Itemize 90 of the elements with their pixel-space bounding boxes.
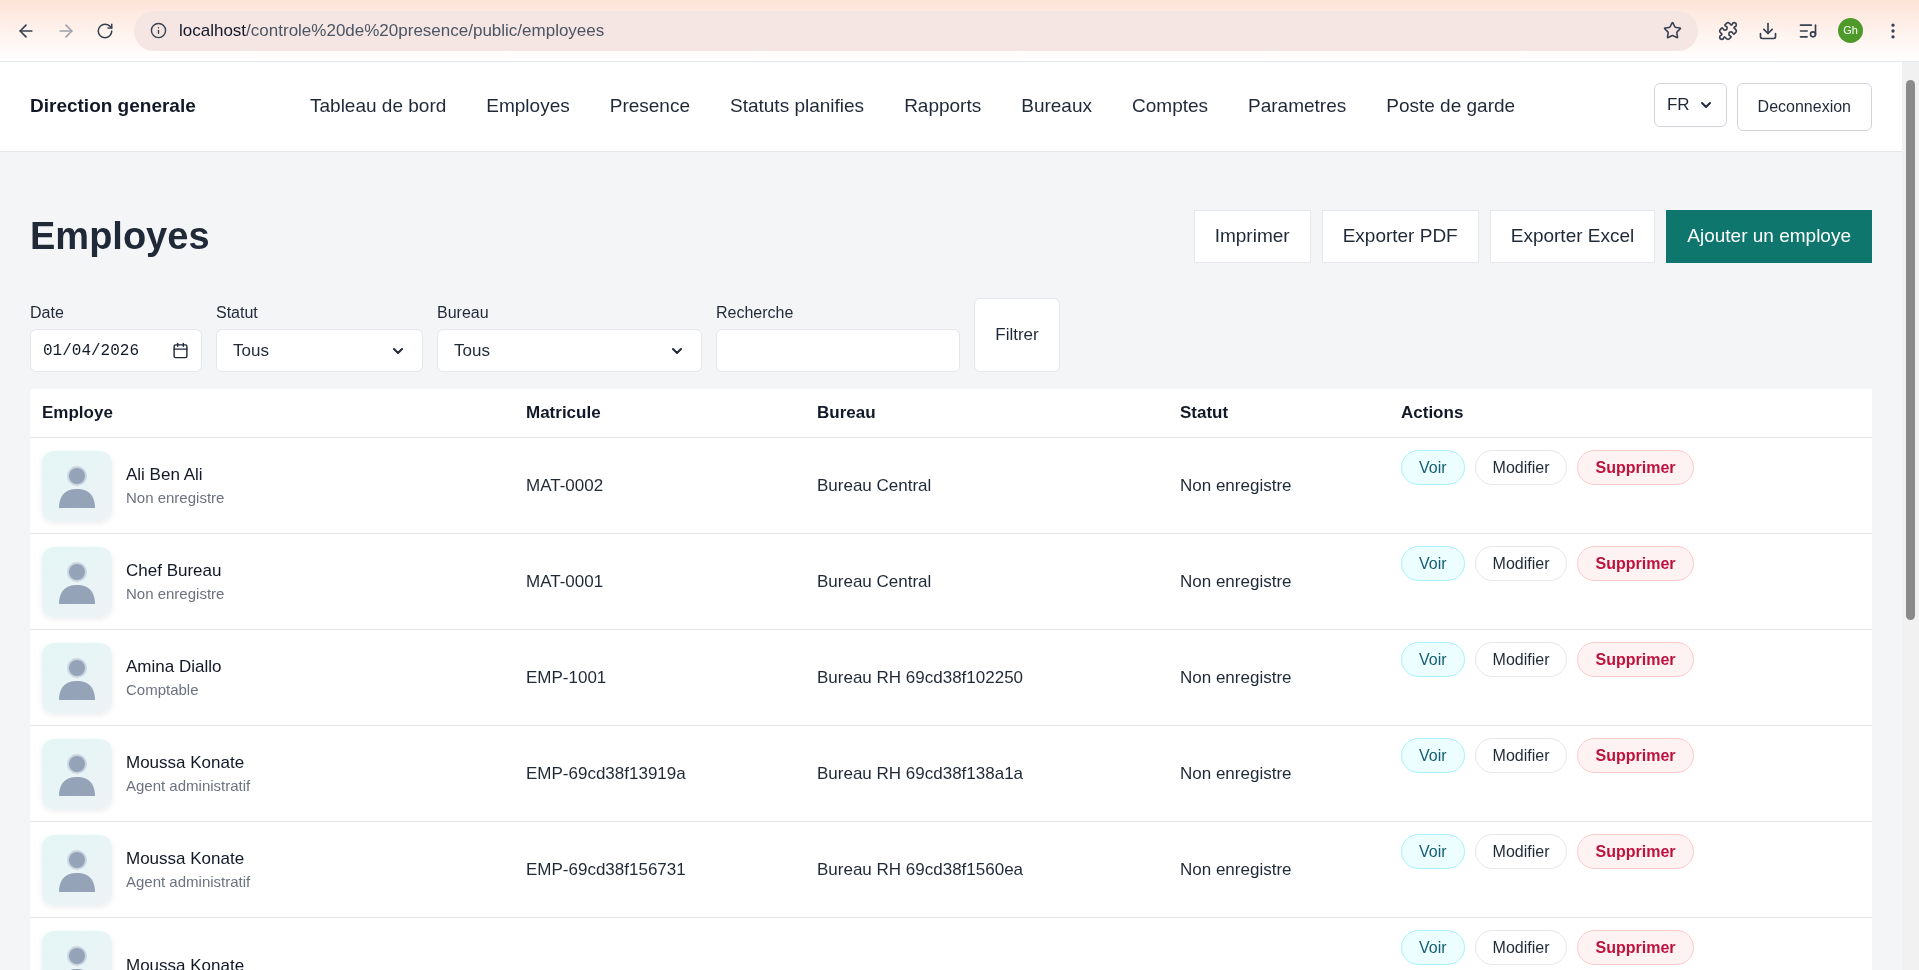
status-select[interactable]: Tous	[216, 329, 423, 372]
delete-button[interactable]: Supprimer	[1577, 930, 1694, 965]
delete-button[interactable]: Supprimer	[1577, 738, 1694, 773]
person-icon	[57, 463, 97, 508]
employee-role: Comptable	[126, 680, 200, 700]
field-label: Bureau	[437, 303, 490, 323]
employee-role: Agent administratif	[126, 776, 251, 796]
field-label: Recherche	[716, 303, 795, 323]
delete-button[interactable]: Supprimer	[1577, 546, 1694, 581]
edit-button[interactable]: Modifier	[1474, 450, 1568, 485]
view-button[interactable]: Voir	[1401, 930, 1465, 965]
scrollbar[interactable]	[1902, 62, 1919, 970]
employee-name: Moussa Konate	[126, 847, 246, 870]
profile-avatar[interactable]: Gh	[1838, 18, 1863, 43]
column-header: Employe	[42, 403, 113, 423]
nav-link[interactable]: Employes	[486, 92, 570, 121]
table-cell-text: MAT-0002	[526, 474, 604, 497]
view-button[interactable]: Voir	[1401, 450, 1465, 485]
nav-link[interactable]: Statuts planifies	[730, 92, 865, 121]
table-cell-text: EMP-69cd38f13919a	[526, 762, 686, 785]
person-icon	[57, 751, 97, 796]
table-cell-text: Non enregistre	[1180, 762, 1292, 785]
employee-name: Moussa Konate	[126, 751, 246, 774]
person-icon	[57, 847, 97, 892]
view-button[interactable]: Voir	[1401, 546, 1465, 581]
employee-role: Non enregistre	[126, 584, 225, 604]
toolbar-button[interactable]: Exporter PDF	[1321, 210, 1479, 263]
table-cell-text: Bureau RH 69cd38f1560ea	[817, 858, 1024, 881]
table-cell-text: EMP-69cd38f156731	[526, 858, 686, 881]
logout-button[interactable]: Deconnexion	[1736, 82, 1872, 131]
nav-link[interactable]: Poste de garde	[1386, 92, 1516, 121]
table-cell-text: Non enregistre	[1180, 570, 1292, 593]
edit-button[interactable]: Modifier	[1474, 642, 1568, 677]
extensions-icon[interactable]	[1718, 20, 1738, 41]
toolbar-button[interactable]: Imprimer	[1193, 210, 1311, 263]
field-label: Date	[30, 303, 65, 323]
employee-role: Agent administratif	[126, 872, 251, 892]
nav-link[interactable]: Tableau de bord	[310, 92, 447, 121]
table-cell-text: EMP-1001	[526, 666, 607, 689]
toolbar-button[interactable]: Exporter Excel	[1489, 210, 1656, 263]
nav-link[interactable]: Rapports	[904, 92, 982, 121]
page-title: Employes	[30, 214, 210, 259]
table-cell-text: Bureau Central	[817, 474, 932, 497]
view-button[interactable]: Voir	[1401, 642, 1465, 677]
edit-button[interactable]: Modifier	[1474, 546, 1568, 581]
nav-link[interactable]: Bureaux	[1021, 92, 1092, 121]
column-header: Actions	[1401, 403, 1464, 423]
info-icon[interactable]	[150, 22, 167, 39]
add-employee-button[interactable]: Ajouter un employe	[1666, 210, 1872, 263]
table-cell-text: Non enregistre	[1180, 666, 1292, 689]
field-label: Statut	[216, 303, 259, 323]
table-cell-text: Non enregistre	[1180, 858, 1292, 881]
bookmark-star-icon[interactable]	[1663, 21, 1682, 40]
search-field[interactable]	[716, 329, 960, 372]
column-header: Statut	[1180, 403, 1229, 423]
employee-name: Chef Bureau	[126, 559, 223, 582]
nav-link[interactable]: Presence	[609, 92, 690, 121]
filter-button[interactable]: Filtrer	[974, 298, 1060, 372]
table-cell-text: Bureau RH 69cd38f102250	[817, 666, 1024, 689]
column-header: Bureau	[817, 403, 876, 423]
table-cell-text: MAT-0001	[526, 570, 604, 593]
employee-name: Moussa Konate	[126, 954, 245, 970]
employee-role: Non enregistre	[126, 488, 225, 508]
person-icon	[57, 655, 97, 700]
date-field[interactable]: 01/04/2026	[30, 329, 202, 372]
download-icon[interactable]	[1758, 20, 1778, 41]
employee-name: Amina Diallo	[126, 655, 222, 678]
reload-icon[interactable]	[96, 21, 114, 40]
view-button[interactable]: Voir	[1401, 738, 1465, 773]
delete-button[interactable]: Supprimer	[1577, 642, 1694, 677]
nav-link[interactable]: Comptes	[1132, 92, 1209, 121]
table-cell-text: Non enregistre	[1180, 474, 1292, 497]
edit-button[interactable]: Modifier	[1474, 930, 1568, 965]
employee-name: Ali Ben Ali	[126, 463, 204, 486]
table-cell-text: Bureau RH 69cd38f138a1a	[817, 762, 1024, 785]
person-icon	[57, 559, 97, 604]
column-header: Matricule	[526, 403, 601, 423]
edit-button[interactable]: Modifier	[1474, 834, 1568, 869]
calendar-icon[interactable]	[172, 342, 189, 359]
language-select[interactable]: FR	[1653, 82, 1727, 127]
delete-button[interactable]: Supprimer	[1577, 450, 1694, 485]
edit-button[interactable]: Modifier	[1474, 738, 1568, 773]
view-button[interactable]: Voir	[1401, 834, 1465, 869]
address-bar[interactable]: localhost/controle%20de%20presence/public/employees	[134, 10, 1698, 51]
office-select[interactable]: Tous	[437, 329, 702, 372]
nav-link[interactable]: Parametres	[1248, 92, 1347, 121]
brand-title: Direction generale	[30, 94, 197, 119]
delete-button[interactable]: Supprimer	[1577, 834, 1694, 869]
url-text: localhost/controle%20de%20presence/public/employees	[179, 19, 606, 42]
table-cell-text: Bureau Central	[817, 570, 932, 593]
